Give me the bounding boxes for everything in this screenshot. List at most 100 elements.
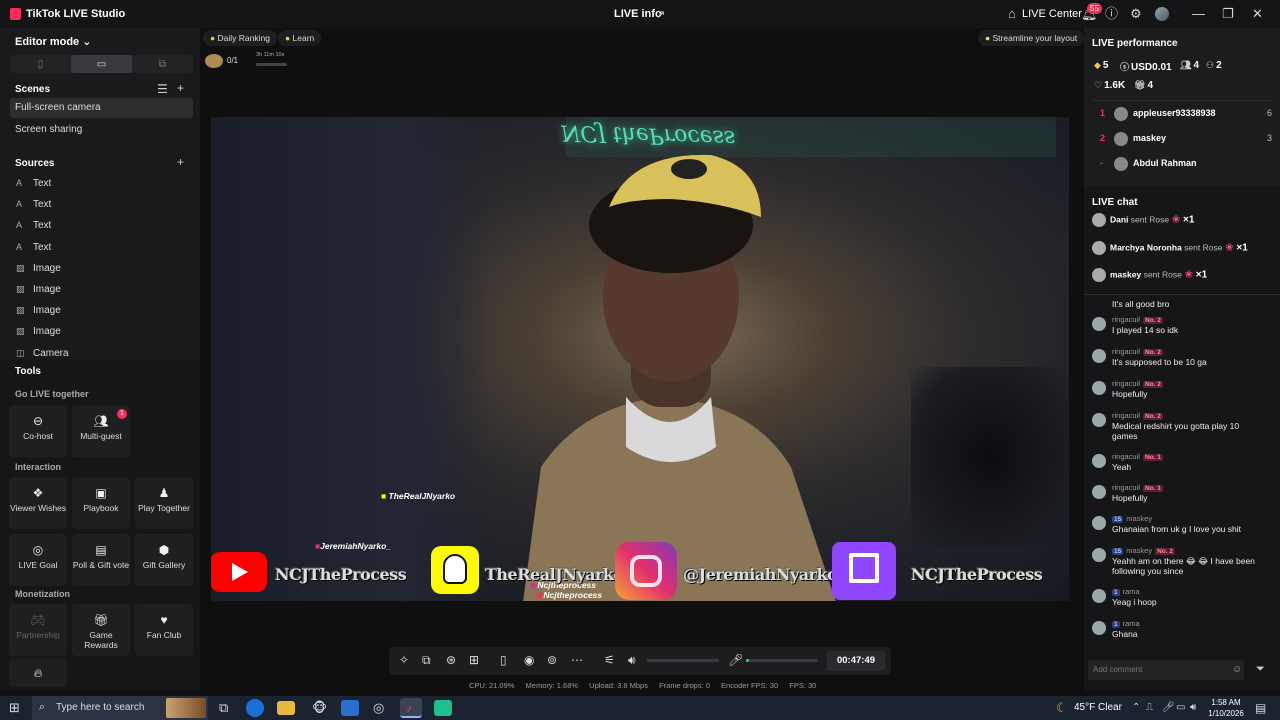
gifter-avatar[interactable] (1092, 213, 1106, 227)
dual-mode-button[interactable]: ⧉ (132, 55, 193, 73)
editor-mode-dropdown[interactable]: Editor mode ⌄ (15, 35, 91, 48)
add-media-icon[interactable]: ⊞ (469, 653, 479, 667)
share-icon[interactable]: ↗ (656, 8, 665, 21)
source-item[interactable]: ▨ Image (16, 326, 61, 337)
chat-username[interactable]: ringacuil (1112, 483, 1140, 492)
chat-username[interactable]: maskey (1126, 514, 1152, 523)
chat-username[interactable]: rama (1123, 619, 1140, 628)
streamline-layout-chip[interactable]: ● Streamline your layout (978, 30, 1085, 46)
tray-usb-icon[interactable]: ⎍ (1146, 700, 1153, 716)
learn-chip[interactable]: ● Learn (278, 30, 322, 46)
mixer-settings-icon[interactable]: ⚟ (604, 653, 615, 667)
gift-gallery-button[interactable]: ⬢ Gift Gallery (135, 534, 193, 586)
chat-username[interactable]: ringacuil (1112, 379, 1140, 388)
weather-text[interactable]: 45°F Clear (1074, 702, 1122, 713)
chat-username[interactable]: ringacuil (1112, 452, 1140, 461)
live-info-title[interactable]: LIVE info (614, 8, 662, 20)
live-goal-button[interactable]: ◎ LIVE Goal (9, 534, 67, 586)
chat-avatar[interactable] (1092, 589, 1106, 603)
chat-avatar[interactable] (1092, 485, 1106, 499)
poll-gift-vote-button[interactable]: ▤ Poll & Gift vote (72, 534, 130, 586)
tray-mic-icon[interactable]: 🎤︎ (1162, 700, 1175, 716)
daily-ranking-chip[interactable]: ● Daily Ranking (203, 30, 277, 46)
edge-browser-icon[interactable] (246, 699, 264, 717)
filter-icon[interactable]: ⏷ (1256, 663, 1265, 676)
landscape-mode-button[interactable]: ▭ (71, 55, 132, 73)
add-scene-icon[interactable]: + (177, 81, 184, 95)
gifter-name[interactable]: maskey (1110, 269, 1141, 279)
app-monkey-icon[interactable]: 🐵︎ (312, 700, 327, 716)
microphone-icon[interactable]: 🎤︎ (728, 653, 743, 667)
scene-item[interactable]: Full-screen camera (10, 98, 193, 118)
chat-avatar[interactable] (1092, 349, 1106, 363)
effects-wand-icon[interactable]: ✧ (399, 653, 409, 667)
taskbar-clock[interactable]: 1:58 AM 1/10/2026 (1206, 697, 1246, 719)
chat-username[interactable]: ringacuil (1112, 315, 1140, 324)
user-avatar[interactable] (1155, 7, 1169, 21)
scene-item[interactable]: Screen sharing (10, 120, 193, 140)
screen-share-icon[interactable]: ⧉ (422, 653, 431, 667)
maximize-button[interactable]: ❐ (1222, 7, 1234, 20)
gifter-avatar[interactable] (1092, 240, 1106, 255)
chat-avatar[interactable] (1092, 621, 1106, 635)
camera-effects-icon[interactable]: ⊛ (446, 653, 456, 667)
viewer-wishes-button[interactable]: ❖ Viewer Wishes (9, 477, 67, 529)
microphone-volume-slider[interactable] (746, 659, 818, 662)
ranking-progress-widget[interactable]: 0/1 3h 11m 10s (205, 52, 287, 74)
record-icon[interactable]: ◉ (524, 653, 534, 667)
phone-mode-icon[interactable]: ▯ (500, 653, 507, 667)
fan-club-button[interactable]: ♥ Fan Club (135, 604, 193, 656)
app-blue-icon[interactable] (341, 700, 359, 716)
partnership-button[interactable]: 🎮︎ Partnership (9, 604, 67, 656)
settings-gear-icon[interactable]: ⚙ (1130, 7, 1142, 20)
file-explorer-icon[interactable] (277, 701, 295, 715)
source-item[interactable]: ◫ Camera (16, 348, 69, 359)
replay-icon[interactable]: ⊚ (547, 653, 557, 667)
chat-username[interactable]: ringacuil (1112, 411, 1140, 420)
tray-network-icon[interactable]: ▭ (1176, 700, 1185, 716)
windows-start-icon[interactable]: ⊞ (9, 700, 20, 716)
chat-avatar[interactable] (1092, 317, 1106, 331)
live-preview-video[interactable]: NCJ theProcess ■ TheRealJNyarko ■Jeremia… (211, 117, 1069, 601)
tray-volume-icon[interactable]: 🔊︎ (1190, 700, 1196, 716)
source-item[interactable]: A Text (16, 178, 51, 189)
speaker-volume-slider[interactable] (647, 659, 719, 662)
chat-username[interactable]: ringacuil (1112, 347, 1140, 356)
more-options-icon[interactable]: ⋯ (571, 653, 583, 667)
chat-avatar[interactable] (1092, 454, 1106, 468)
tiktok-live-studio-taskbar-icon[interactable]: ♪ (400, 698, 422, 718)
emoji-icon[interactable]: ☺ (1232, 664, 1242, 675)
live-center-button[interactable]: LIVE Center (1022, 8, 1082, 20)
minimize-button[interactable]: — (1192, 7, 1205, 20)
gifter-name[interactable]: Marchya Noronha (1110, 242, 1182, 252)
portrait-mode-button[interactable]: ▯ (10, 55, 71, 73)
ranking-row[interactable]: 1 appleuser93338938 6 (1092, 107, 1272, 124)
chat-avatar[interactable] (1092, 413, 1106, 427)
game-rewards-button[interactable]: 🎁︎ Game Rewards (72, 604, 130, 656)
gifter-name[interactable]: Dani (1110, 214, 1128, 224)
ranking-row[interactable]: - Abdul Rahman (1092, 157, 1272, 174)
chat-avatar[interactable] (1092, 381, 1106, 395)
taskbar-search-box[interactable]: ⌕ Type here to search (32, 696, 208, 720)
source-item[interactable]: ▨ Image (16, 305, 61, 316)
source-item[interactable]: A Text (16, 220, 51, 231)
source-item[interactable]: A Text (16, 242, 51, 253)
notification-center-icon[interactable]: ▤ (1255, 700, 1266, 716)
add-comment-input[interactable]: Add comment (1088, 660, 1244, 680)
playbook-button[interactable]: ▣ Playbook (72, 477, 130, 529)
chat-username[interactable]: rama (1123, 587, 1140, 596)
play-together-button[interactable]: ♟ Play Together (135, 477, 193, 529)
more-tool-button[interactable]: 🔥︎ (9, 659, 67, 687)
speaker-volume-icon[interactable]: 🔊︎ (628, 653, 636, 667)
task-view-icon[interactable]: ⧉ (219, 700, 228, 716)
app-circle-icon[interactable]: ◎ (373, 700, 384, 716)
list-icon[interactable]: ☰ (157, 82, 168, 96)
ranking-row[interactable]: 2 maskey 3 (1092, 132, 1272, 149)
source-item[interactable]: ▨ Image (16, 263, 61, 274)
chat-avatar[interactable] (1092, 548, 1106, 562)
app-green-icon[interactable] (434, 700, 452, 716)
chat-avatar[interactable] (1092, 516, 1106, 530)
source-item[interactable]: A Text (16, 199, 51, 210)
gifter-avatar[interactable] (1092, 268, 1106, 282)
chat-username[interactable]: maskey (1126, 546, 1152, 555)
